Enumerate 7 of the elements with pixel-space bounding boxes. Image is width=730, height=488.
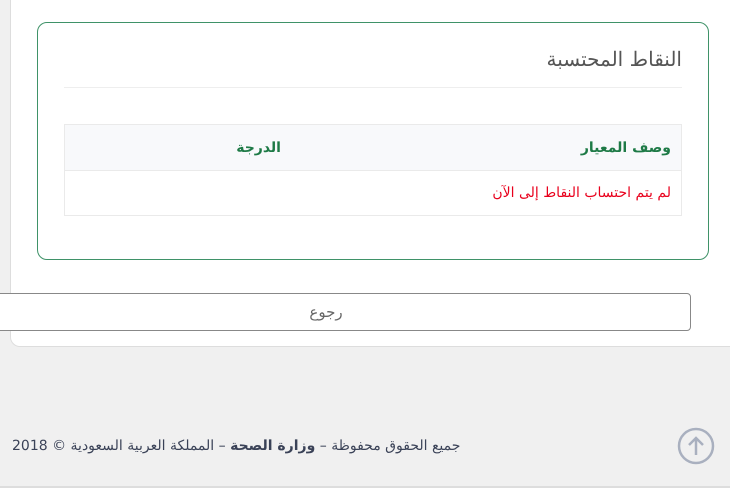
- back-button[interactable]: رجوع: [0, 293, 691, 331]
- empty-message: لم يتم احتساب النقاط إلى الآن: [492, 185, 671, 201]
- column-header: الدرجة: [236, 140, 281, 156]
- column-header: وصف المعيار: [579, 140, 671, 156]
- scroll-up-icon[interactable]: [677, 427, 715, 465]
- panel-title: النقاط المحتسبة: [545, 47, 682, 73]
- copyright-text: جميع الحقوق محفوظة – وزارة الصحة – المملكة العربية السعودية © 2018: [12, 438, 460, 454]
